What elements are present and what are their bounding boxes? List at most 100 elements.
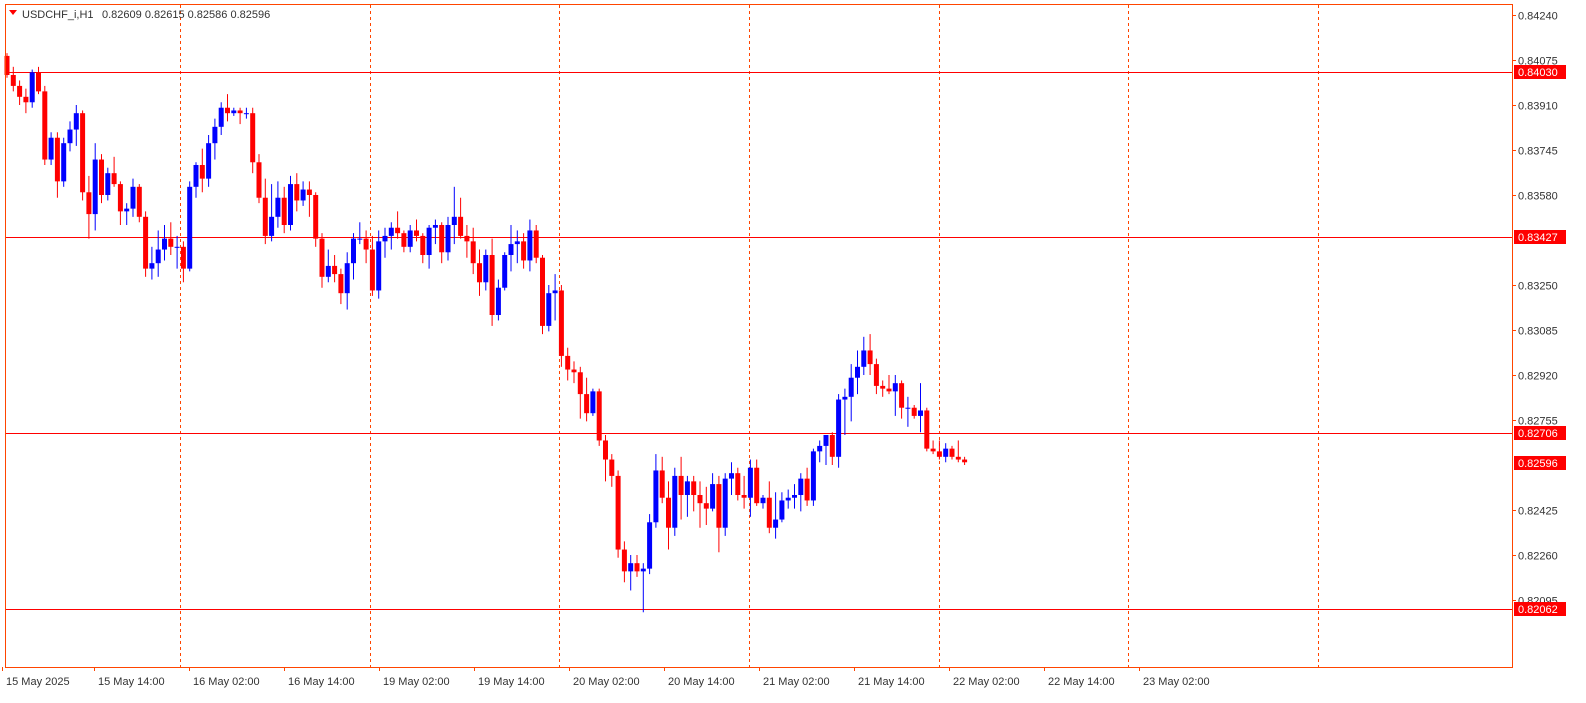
symbol-label: USDCHF_i,H1 (22, 9, 94, 21)
candle-body (275, 197, 281, 217)
x-tick-label: 22 May 14:00 (1048, 676, 1115, 688)
candle-body (218, 107, 224, 127)
candle-body (754, 467, 760, 504)
candle-49 (313, 192, 319, 247)
candle-body (105, 173, 111, 195)
candle-body (603, 440, 608, 460)
candle-body (697, 495, 703, 504)
candle-body (905, 407, 911, 409)
candle-body (187, 186, 193, 269)
candle-88 (558, 285, 564, 367)
candle-body (426, 227, 432, 255)
candle-body (842, 396, 848, 400)
candle-29 (187, 181, 193, 272)
candle-body (48, 137, 54, 160)
candle-132 (836, 394, 842, 468)
candle-body (306, 189, 312, 195)
candle-146 (924, 407, 930, 452)
candle-body (313, 195, 319, 239)
candle-6 (42, 85, 48, 165)
y-tick-label: 0.83745 (1518, 146, 1558, 158)
candle-body (111, 173, 117, 185)
candle-body (848, 377, 854, 397)
candle-body (558, 290, 564, 356)
candle-body (225, 107, 230, 114)
candle-body (804, 478, 810, 501)
candle-body (294, 184, 300, 201)
candle-97 (615, 470, 621, 558)
candle-body (300, 189, 306, 201)
candle-body (332, 265, 338, 275)
candle-body (955, 456, 961, 460)
candle-body (149, 263, 155, 269)
candle-84 (533, 225, 539, 264)
candle-body (729, 473, 734, 479)
badge-label: 0.83427 (1518, 232, 1558, 244)
y-tick-label: 0.83250 (1518, 281, 1558, 293)
candle-22 (143, 211, 149, 277)
candle-body (615, 475, 621, 550)
candle-body (262, 197, 268, 236)
candle-body (369, 249, 375, 291)
candle-body (722, 478, 728, 528)
candle-85 (540, 255, 545, 335)
y-tick-label: 0.82260 (1518, 551, 1558, 563)
symbol-info[interactable]: USDCHF_i,H1 0.82609 0.82615 0.82586 0.82… (9, 9, 270, 21)
candle-body (439, 225, 445, 253)
candle-body (174, 246, 180, 248)
candle-body (86, 192, 92, 215)
candle-body (684, 481, 690, 495)
candle-body (571, 369, 577, 373)
candle-body (23, 96, 29, 103)
candle-body (911, 407, 917, 416)
badge-label: 0.82706 (1518, 428, 1558, 440)
candle-body (237, 110, 243, 114)
candle-body (250, 113, 256, 163)
candle-body (124, 208, 130, 212)
candle-body (621, 549, 627, 572)
x-tick-label: 20 May 14:00 (668, 676, 735, 688)
y-tick-label: 0.82425 (1518, 506, 1558, 518)
level-price-badge: 0.82706 (1514, 426, 1566, 440)
candle-body (924, 410, 930, 449)
candle-body (502, 255, 508, 288)
candle-body (653, 470, 659, 523)
candle-body (640, 568, 646, 572)
candle-body (489, 255, 495, 315)
ohlc-values: 0.82609 0.82615 0.82586 0.82596 (102, 9, 270, 21)
price-chart[interactable]: 0.842400.840750.839100.837450.835800.832… (0, 0, 1586, 703)
x-tick-label: 19 May 14:00 (478, 676, 545, 688)
candle-79 (502, 252, 508, 291)
candle-body (691, 481, 697, 495)
candle-body (943, 448, 949, 457)
y-tick-label: 0.82755 (1518, 416, 1558, 428)
candle-94 (596, 388, 602, 446)
candle-body (143, 216, 149, 269)
candle-body (155, 249, 161, 264)
candle-body (395, 227, 401, 234)
candle-body (546, 293, 552, 326)
candle-body (540, 257, 545, 326)
candle-body (533, 230, 539, 258)
candle-body (766, 497, 772, 528)
candle-body (666, 497, 671, 528)
candle-body (634, 563, 640, 572)
candle-body (647, 522, 653, 569)
candle-body (880, 385, 886, 389)
candle-body (577, 372, 583, 395)
candle-body (867, 350, 873, 365)
candle-body (936, 451, 942, 457)
y-tick-label: 0.83910 (1518, 101, 1558, 113)
candle-body (823, 435, 829, 446)
candle-body (678, 475, 684, 495)
candle-body (785, 497, 791, 501)
candle-body (199, 165, 205, 179)
candle-body (735, 473, 741, 495)
candle-body (414, 230, 419, 236)
y-tick-label: 0.84240 (1518, 11, 1558, 23)
candle-body (741, 495, 747, 498)
candle-body (464, 235, 470, 242)
level-price-badge: 0.84030 (1514, 65, 1566, 79)
candle-body (495, 287, 501, 315)
candle-body (703, 503, 709, 509)
